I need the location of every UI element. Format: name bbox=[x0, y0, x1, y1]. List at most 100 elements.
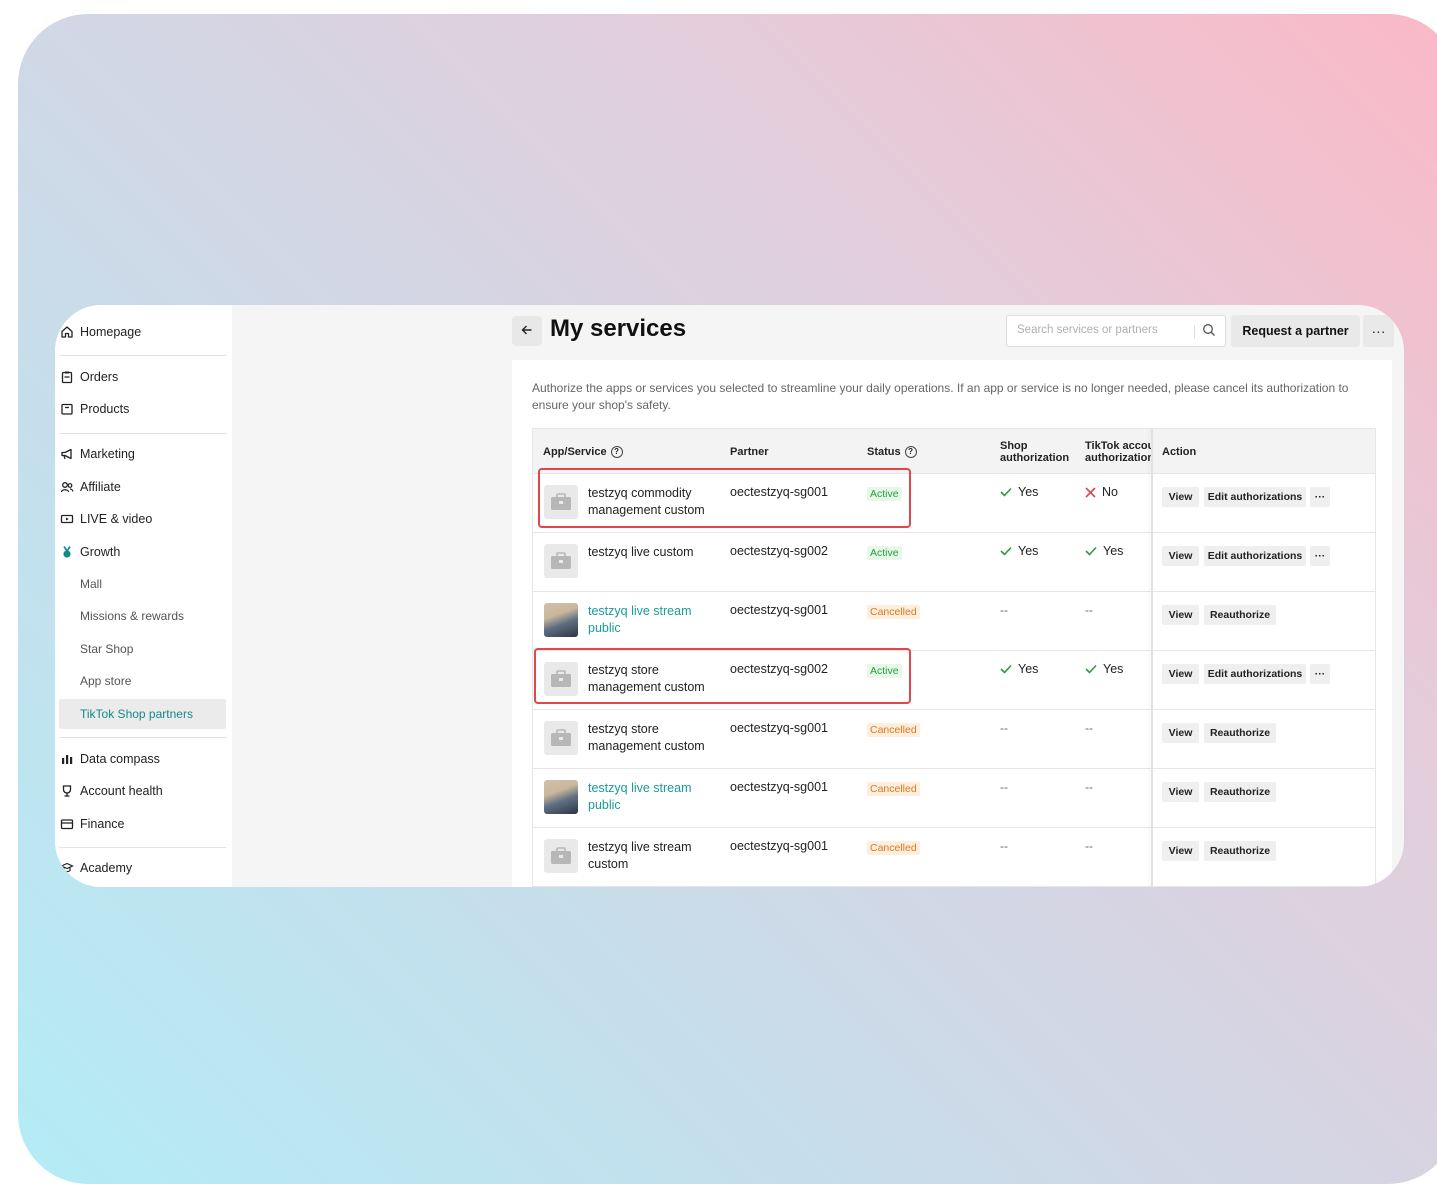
column-tiktok-authorization: TikTok accourauthorization bbox=[1085, 440, 1151, 464]
column-label: App/Service bbox=[543, 446, 607, 458]
column-app-service: App/Service? bbox=[543, 446, 623, 459]
request-partner-button[interactable]: Request a partner bbox=[1231, 315, 1360, 347]
edit-authorizations-button[interactable]: Edit authorizations bbox=[1204, 664, 1306, 684]
reauthorize-button[interactable]: Reauthorize bbox=[1204, 782, 1276, 802]
divider bbox=[59, 737, 226, 738]
sidebar-item-products[interactable]: Products bbox=[59, 395, 226, 423]
highlight-box bbox=[534, 648, 911, 704]
sidebar-item-orders[interactable]: Orders bbox=[59, 363, 226, 391]
reauthorize-button[interactable]: Reauthorize bbox=[1204, 841, 1276, 861]
sidebar-item-data-compass[interactable]: Data compass bbox=[59, 745, 226, 773]
sidebar-item-growth[interactable]: Growth bbox=[59, 538, 226, 566]
sidebar-item-live-video[interactable]: LIVE & video bbox=[59, 505, 226, 533]
reauthorize-button[interactable]: Reauthorize bbox=[1204, 605, 1276, 625]
sidebar-item-marketing[interactable]: Marketing bbox=[59, 440, 226, 468]
app-name[interactable]: testzyq store management custom bbox=[588, 721, 713, 755]
sidebar-item-label: Academy bbox=[80, 861, 133, 875]
wallet-icon bbox=[59, 816, 75, 832]
sidebar-item-label: Missions & rewards bbox=[80, 609, 185, 623]
edit-authorizations-button[interactable]: Edit authorizations bbox=[1204, 487, 1306, 507]
app-name-line: testzyq store bbox=[588, 722, 659, 736]
row-more-button[interactable]: ··· bbox=[1310, 546, 1330, 566]
status-badge: Cancelled bbox=[867, 782, 920, 796]
app-name[interactable]: testzyq live custom bbox=[588, 544, 713, 561]
shop-authorization-value: Yes bbox=[1018, 662, 1039, 676]
partner-name: oectestzyq-sg001 bbox=[730, 721, 828, 735]
more-options-button[interactable]: ··· bbox=[1363, 315, 1394, 347]
search-placeholder: Search services or partners bbox=[1017, 324, 1158, 336]
sidebar-item-label: Homepage bbox=[80, 325, 142, 339]
sidebar-item-mall[interactable]: Mall bbox=[59, 570, 226, 598]
check-icon bbox=[1000, 546, 1012, 556]
app-name-line: testzyq live stream bbox=[588, 604, 692, 618]
sidebar-item-homepage[interactable]: Homepage bbox=[59, 318, 226, 346]
row-more-button[interactable]: ··· bbox=[1310, 664, 1330, 684]
sidebar-item-label: Account health bbox=[80, 784, 163, 798]
reauthorize-button[interactable]: Reauthorize bbox=[1204, 723, 1276, 743]
sidebar-item-label: Star Shop bbox=[80, 642, 134, 656]
back-button[interactable] bbox=[512, 316, 542, 346]
shop-authorization-value: Yes bbox=[1018, 485, 1039, 499]
app-name-link[interactable]: testzyq live stream public bbox=[588, 780, 713, 814]
view-button[interactable]: View bbox=[1162, 487, 1199, 507]
app-thumbnail bbox=[544, 603, 578, 637]
sidebar-item-app-store[interactable]: App store bbox=[59, 667, 226, 695]
view-button[interactable]: View bbox=[1162, 664, 1199, 684]
sidebar-item-affiliate[interactable]: Affiliate bbox=[59, 473, 226, 501]
home-icon bbox=[59, 324, 75, 340]
help-icon[interactable]: ? bbox=[904, 446, 917, 459]
users-icon bbox=[59, 479, 75, 495]
sidebar-item-finance[interactable]: Finance bbox=[59, 810, 226, 838]
sidebar-item-label: Finance bbox=[80, 817, 125, 831]
tiktok-authorization-value: -- bbox=[1085, 721, 1093, 735]
help-icon[interactable]: ? bbox=[610, 446, 623, 459]
check-icon bbox=[1000, 487, 1012, 497]
view-button[interactable]: View bbox=[1162, 546, 1199, 566]
search-separator bbox=[1194, 326, 1195, 338]
page-description: Authorize the apps or services you selec… bbox=[532, 381, 1349, 412]
sidebar-item-missions-rewards[interactable]: Missions & rewards bbox=[59, 602, 226, 630]
row-more-button[interactable]: ··· bbox=[1310, 487, 1330, 507]
table-row: testzyq live stream custom oectestzyq-sg0… bbox=[533, 827, 1375, 886]
partner-name: oectestzyq-sg001 bbox=[730, 839, 828, 853]
view-button[interactable]: View bbox=[1162, 605, 1199, 625]
medal-icon bbox=[59, 544, 75, 560]
shop-authorization: Yes bbox=[1000, 662, 1038, 676]
app-name[interactable]: testzyq live stream custom bbox=[588, 839, 713, 873]
column-shop-authorization: Shop authorization bbox=[1000, 440, 1069, 464]
column-action: Action bbox=[1162, 446, 1197, 458]
arrow-left-icon bbox=[521, 323, 533, 339]
check-icon bbox=[1085, 664, 1097, 674]
x-icon bbox=[1085, 486, 1096, 498]
column-label: authorization bbox=[1000, 452, 1070, 464]
table-row: testzyq store management custom oectestzy… bbox=[533, 709, 1375, 768]
app-name-line: public bbox=[588, 798, 621, 812]
edit-authorizations-button[interactable]: Edit authorizations bbox=[1204, 546, 1306, 566]
search-input[interactable]: Search services or partners bbox=[1006, 315, 1226, 347]
tiktok-authorization-value: Yes bbox=[1103, 544, 1124, 558]
status-badge: Active bbox=[867, 546, 902, 560]
sidebar-item-star-shop[interactable]: Star Shop bbox=[59, 635, 226, 663]
highlight-box bbox=[538, 468, 911, 528]
view-button[interactable]: View bbox=[1162, 841, 1199, 861]
partner-name: oectestzyq-sg002 bbox=[730, 544, 828, 558]
search-icon[interactable] bbox=[1202, 323, 1216, 342]
divider bbox=[59, 847, 226, 848]
sidebar-item-academy[interactable]: Academy bbox=[59, 854, 226, 882]
shop-authorization-value: -- bbox=[1000, 721, 1008, 735]
trophy-icon bbox=[59, 783, 75, 799]
sidebar-item-label: Marketing bbox=[80, 447, 135, 461]
sticky-column-divider bbox=[1151, 429, 1153, 887]
divider bbox=[59, 433, 226, 434]
graduation-cap-icon bbox=[59, 860, 75, 876]
app-name-line: custom bbox=[588, 857, 629, 871]
view-button[interactable]: View bbox=[1162, 782, 1199, 802]
sidebar-item-label: Mall bbox=[80, 577, 103, 591]
view-button[interactable]: View bbox=[1162, 723, 1199, 743]
app-name-line: public bbox=[588, 621, 621, 635]
app-name-link[interactable]: testzyq live stream public bbox=[588, 603, 713, 637]
briefcase-icon bbox=[544, 839, 578, 873]
sidebar-item-account-health[interactable]: Account health bbox=[59, 777, 226, 805]
sidebar-item-tiktok-shop-partners[interactable]: TikTok Shop partners bbox=[59, 699, 226, 729]
tiktok-authorization: Yes bbox=[1085, 662, 1123, 676]
